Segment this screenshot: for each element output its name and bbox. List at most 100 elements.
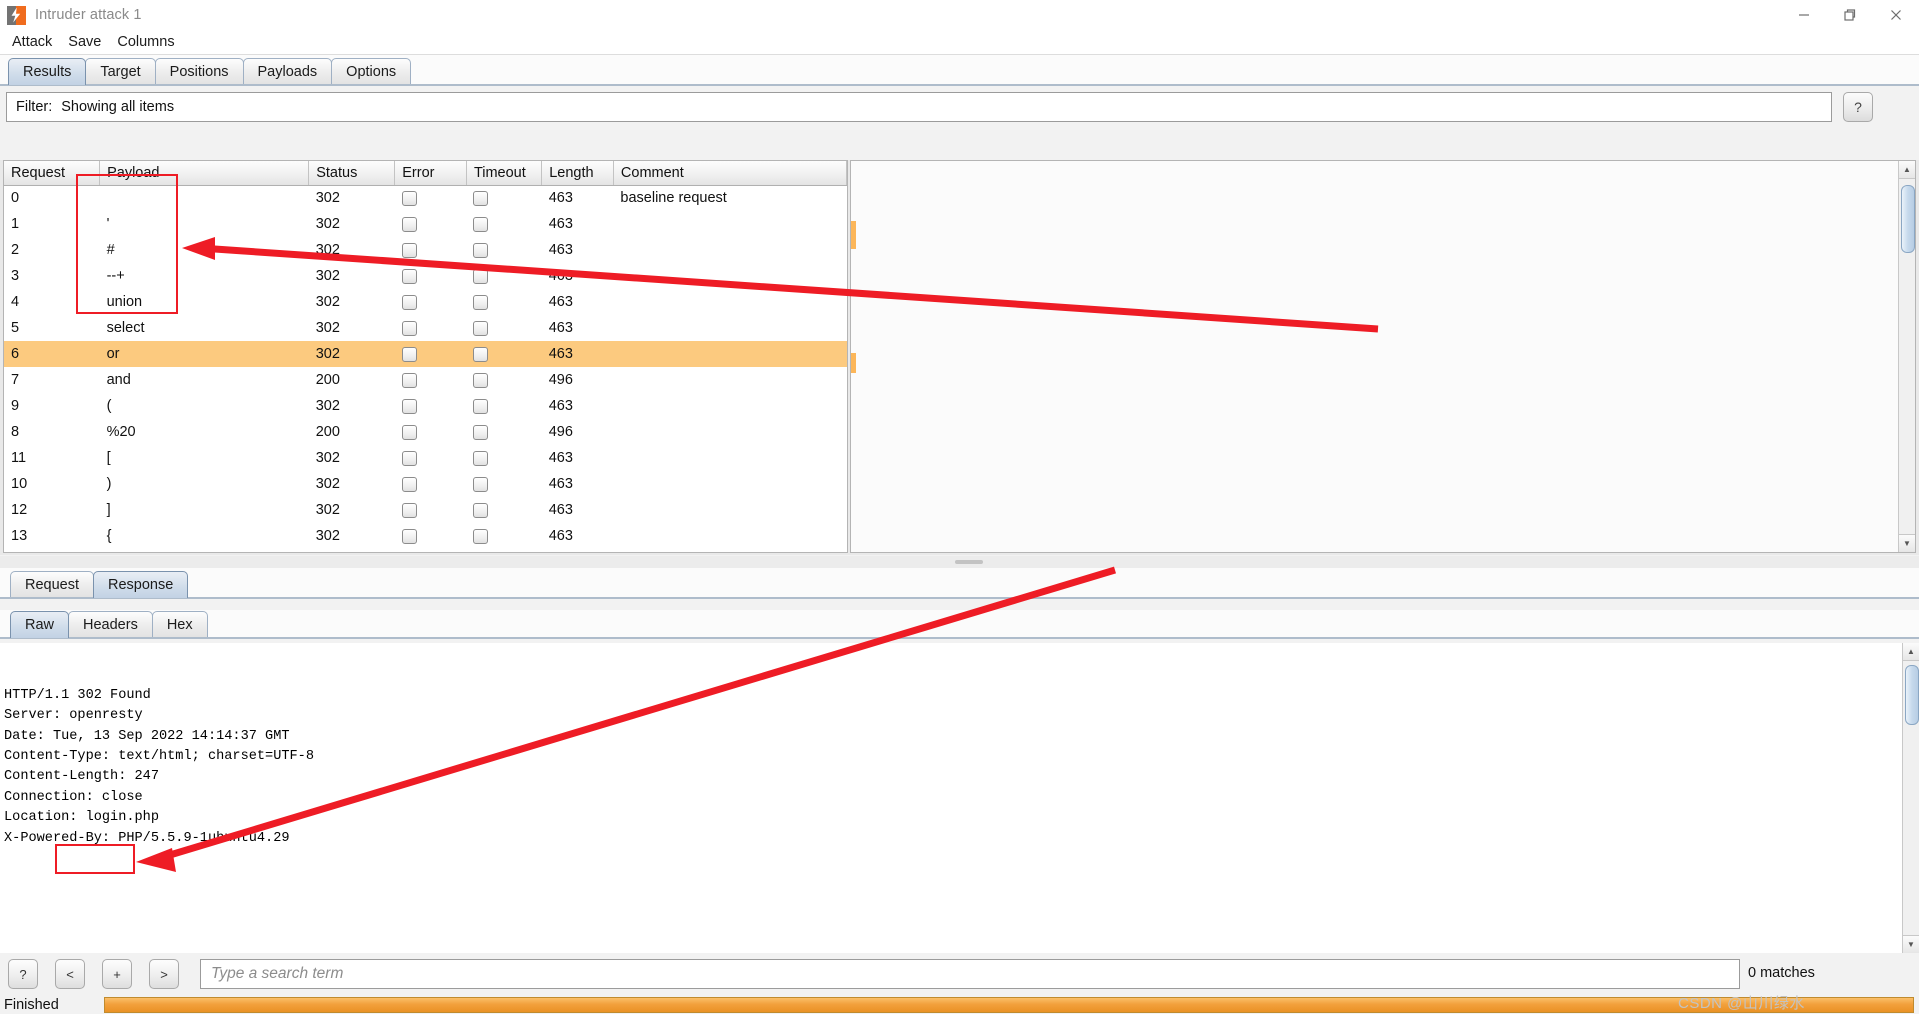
results-detail-panel[interactable]: ▲ ▼ — [850, 160, 1916, 553]
table-row[interactable]: 8 %20 200 496 — [4, 419, 847, 445]
cell-length: 463 — [548, 268, 573, 284]
table-row[interactable]: 5 select 302 463 — [4, 315, 847, 341]
table-row[interactable]: 1 ' 302 463 — [4, 211, 847, 237]
cell-error — [395, 393, 467, 419]
tab-hex[interactable]: Hex — [151, 611, 208, 638]
cell-timeout — [466, 263, 541, 289]
menu-item-columns[interactable]: Columns — [111, 32, 180, 52]
timeout-checkbox[interactable] — [473, 450, 489, 466]
column-header-payload[interactable]: Payload — [99, 161, 310, 186]
error-checkbox[interactable] — [401, 372, 417, 388]
search-input[interactable]: Type a search term — [200, 959, 1740, 989]
scroll-up-icon[interactable]: ▲ — [1899, 161, 1915, 179]
error-checkbox[interactable] — [401, 268, 417, 284]
tab-options[interactable]: Options — [331, 58, 412, 85]
error-checkbox[interactable] — [401, 190, 417, 206]
tab-payloads[interactable]: Payloads — [242, 58, 333, 85]
response-scroll-down-icon[interactable]: ▼ — [1903, 935, 1919, 953]
cell-request: 1 — [11, 216, 20, 232]
column-header-request[interactable]: Request — [4, 161, 101, 186]
timeout-checkbox[interactable] — [473, 528, 489, 544]
results-table-panel[interactable]: Request Payload Status Error Timeout Len… — [3, 160, 848, 553]
table-row[interactable]: 3 --+ 302 463 — [4, 263, 847, 289]
response-scroll-thumb[interactable] — [1905, 665, 1919, 725]
menu-item-attack[interactable]: Attack — [6, 32, 58, 52]
column-header-length[interactable]: Length — [541, 161, 614, 186]
tab-headers[interactable]: Headers — [68, 611, 153, 638]
close-icon[interactable] — [1873, 0, 1919, 30]
filter-help-button[interactable]: ? — [1843, 92, 1873, 122]
response-scroll-up-icon[interactable]: ▲ — [1903, 643, 1919, 661]
tab-positions[interactable]: Positions — [154, 58, 244, 85]
response-header-line: X-Powered-By: PHP/5.5.9-1ubuntu4.29 — [4, 830, 290, 846]
cell-status: 302 — [315, 268, 340, 284]
table-row[interactable]: 0 302 463 baseline request — [4, 185, 847, 211]
results-detail-scrollbar[interactable]: ▲ ▼ — [1898, 161, 1915, 552]
table-row[interactable]: 11 [302 463 — [4, 445, 847, 471]
maximize-icon[interactable] — [1827, 0, 1873, 30]
error-checkbox[interactable] — [401, 398, 417, 414]
error-checkbox[interactable] — [401, 320, 417, 336]
timeout-checkbox[interactable] — [473, 476, 489, 492]
filter-bar[interactable]: Filter: Showing all items — [6, 92, 1832, 122]
timeout-checkbox[interactable] — [473, 242, 489, 258]
error-checkbox[interactable] — [401, 476, 417, 492]
table-row[interactable]: 10) 302 463 — [4, 471, 847, 497]
table-row[interactable]: 13 {302 463 — [4, 523, 847, 549]
table-row[interactable]: 6 or 302 463 — [4, 341, 847, 367]
cell-request: 7 — [11, 372, 20, 388]
tab-underline — [0, 84, 1919, 86]
error-checkbox[interactable] — [401, 242, 417, 258]
response-viewer[interactable]: HTTP/1.1 302 Found Server: openresty Date:… — [0, 643, 1919, 953]
cell-payload: { — [106, 528, 112, 544]
timeout-checkbox[interactable] — [473, 372, 489, 388]
message-tab-underline — [0, 597, 1919, 599]
search-previous-button[interactable]: < — [55, 959, 85, 989]
tab-target[interactable]: Target — [85, 58, 156, 85]
timeout-checkbox[interactable] — [473, 398, 489, 414]
splitter-grip[interactable] — [955, 560, 983, 564]
cell-error — [395, 185, 467, 211]
timeout-checkbox[interactable] — [473, 268, 489, 284]
column-header-timeout[interactable]: Timeout — [466, 161, 543, 186]
error-checkbox[interactable] — [401, 502, 417, 518]
table-row[interactable]: 4 union 302 463 — [4, 289, 847, 315]
column-header-error[interactable]: Error — [394, 161, 467, 186]
cell-error — [395, 419, 467, 445]
tab-results[interactable]: Results — [8, 58, 87, 85]
menu-item-save[interactable]: Save — [62, 32, 107, 52]
error-checkbox[interactable] — [401, 216, 417, 232]
error-checkbox[interactable] — [401, 528, 417, 544]
timeout-checkbox[interactable] — [473, 294, 489, 310]
search-add-button[interactable]: + — [102, 959, 132, 989]
tab-response[interactable]: Response — [93, 571, 189, 598]
timeout-checkbox[interactable] — [473, 320, 489, 336]
error-checkbox[interactable] — [401, 346, 417, 362]
table-row[interactable]: 2 #302 463 — [4, 237, 847, 263]
timeout-checkbox[interactable] — [473, 502, 489, 518]
table-row[interactable]: 9 (302 463 — [4, 393, 847, 419]
status-bar: Finished — [0, 995, 1919, 1014]
column-header-comment[interactable]: Comment — [613, 161, 847, 186]
timeout-checkbox[interactable] — [473, 346, 489, 362]
error-checkbox[interactable] — [401, 450, 417, 466]
horizontal-splitter[interactable] — [0, 556, 1919, 568]
error-checkbox[interactable] — [401, 424, 417, 440]
timeout-checkbox[interactable] — [473, 190, 489, 206]
error-checkbox[interactable] — [401, 294, 417, 310]
tab-request[interactable]: Request — [10, 571, 95, 598]
search-help-button[interactable]: ? — [8, 959, 38, 989]
minimize-icon[interactable] — [1781, 0, 1827, 30]
scroll-thumb[interactable] — [1901, 185, 1915, 253]
timeout-checkbox[interactable] — [473, 424, 489, 440]
timeout-checkbox[interactable] — [473, 216, 489, 232]
table-row[interactable]: 7 and 200 496 — [4, 367, 847, 393]
scroll-down-icon[interactable]: ▼ — [1899, 534, 1915, 552]
response-scrollbar[interactable]: ▲ ▼ — [1902, 643, 1919, 953]
table-row[interactable]: 12] 302 463 — [4, 497, 847, 523]
cell-timeout — [466, 185, 541, 211]
tab-raw[interactable]: Raw — [10, 611, 70, 638]
cell-request: 4 — [11, 294, 20, 310]
column-header-status[interactable]: Status — [308, 161, 396, 186]
search-next-button[interactable]: > — [149, 959, 179, 989]
